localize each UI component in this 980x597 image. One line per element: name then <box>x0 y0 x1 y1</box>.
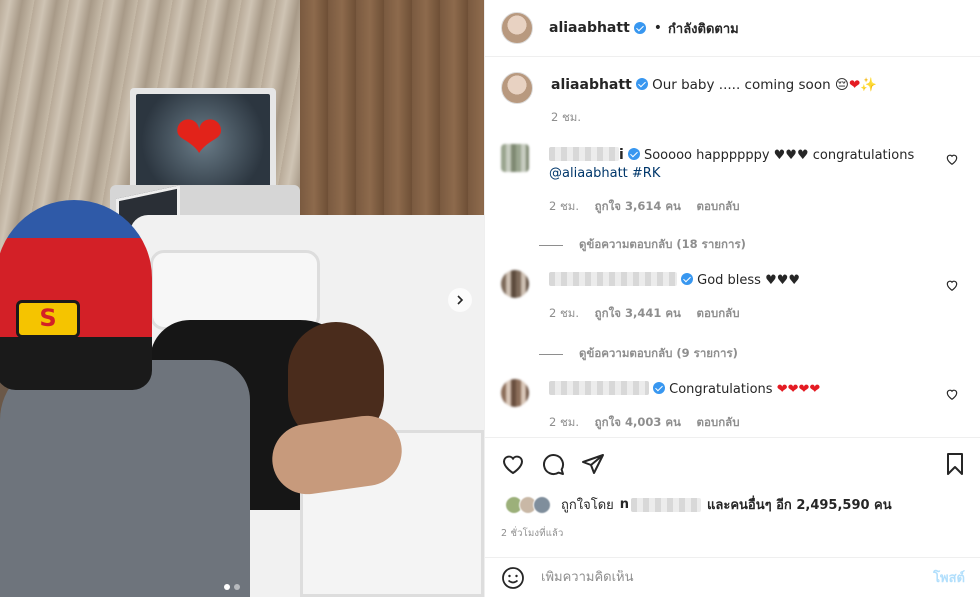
comment-age: 2 ชม. <box>549 415 580 429</box>
comment-link[interactable]: @aliaabhatt #RK <box>549 166 660 181</box>
verified-icon <box>627 148 640 160</box>
bed-rail <box>150 250 320 330</box>
liked-by-prefix: ถูกใจโดย <box>561 498 614 513</box>
verified-icon <box>635 78 648 90</box>
comment-text: God bless ♥♥♥ <box>697 273 801 288</box>
caption-text: Our baby ..... coming soon 😔 <box>652 77 849 93</box>
caption-username[interactable]: aliaabhatt <box>551 77 632 93</box>
comment-item: i Sooooo happppppy ♥♥♥ congratulations @… <box>501 144 971 215</box>
blurred-username[interactable] <box>549 381 649 395</box>
man-figure <box>0 360 250 597</box>
carousel-dots <box>224 584 240 590</box>
view-replies-label[interactable]: ดูข้อความตอบกลับ (18 รายการ) <box>579 236 746 254</box>
caption-sparkle: ✨ <box>860 77 878 93</box>
verified-icon <box>633 22 646 34</box>
replies-divider <box>539 244 563 246</box>
comments-list[interactable]: aliaabhatt Our baby ..... coming soon 😔❤… <box>485 58 980 436</box>
post-timestamp[interactable]: 2 ชั่วโมงที่แล้ว <box>501 526 564 541</box>
cap: S <box>0 200 152 390</box>
reply-button[interactable]: ตอบกลับ <box>697 306 740 320</box>
comment-age: 2 ชม. <box>549 306 580 320</box>
carousel-dot <box>234 584 240 590</box>
comment-username-suffix[interactable]: i <box>619 147 624 163</box>
liker-avatars <box>505 495 551 514</box>
avatar[interactable] <box>533 495 551 514</box>
carousel-dot <box>224 584 230 590</box>
comment-item: Congratulations ❤❤❤❤ 2 ชม. ถูกใจ 4,003 ค… <box>501 379 971 431</box>
caption-heart: ❤ <box>849 77 861 93</box>
comment-input[interactable] <box>541 570 934 585</box>
post-header: aliaabhatt • กำลังติดตาม <box>485 0 980 57</box>
view-replies-label[interactable]: ดูข้อความตอบกลับ (9 รายการ) <box>579 345 738 363</box>
liked-by-count[interactable]: และคนอื่นๆ อีก 2,495,590 คน <box>707 494 892 515</box>
separator: • <box>653 20 663 36</box>
heart-icon[interactable] <box>501 452 525 476</box>
post-photo[interactable]: ❤ S <box>0 0 484 597</box>
comment-hearts: ❤❤❤❤ <box>776 382 821 397</box>
blurred-username[interactable] <box>631 497 702 512</box>
replies-divider <box>539 353 563 355</box>
comment-text: Sooooo happppppy ♥♥♥ congratulations <box>643 148 915 163</box>
comment-meta: 2 ชม. ถูกใจ 3,614 คน ตอบกลับ <box>549 197 971 215</box>
heart-icon[interactable] <box>945 387 959 401</box>
comment-age: 2 ชม. <box>549 199 580 213</box>
bookmark-icon[interactable] <box>943 452 967 476</box>
comment-likes[interactable]: ถูกใจ 3,441 คน <box>595 306 681 320</box>
comment-icon[interactable] <box>541 452 565 476</box>
post-button[interactable]: โพสต์ <box>933 567 965 588</box>
avatar[interactable] <box>501 72 533 104</box>
ultrasound-monitor: ❤ <box>130 88 276 194</box>
add-comment-bar: โพสต์ <box>485 557 980 597</box>
view-replies-button[interactable]: ดูข้อความตอบกลับ (9 รายการ) <box>539 345 738 363</box>
avatar[interactable] <box>501 270 529 298</box>
comment-text: Congratulations <box>669 382 773 397</box>
reply-button[interactable]: ตอบกลับ <box>697 199 740 213</box>
avatar[interactable] <box>501 12 533 44</box>
view-replies-button[interactable]: ดูข้อความตอบกลับ (18 รายการ) <box>539 236 746 254</box>
avatar[interactable] <box>501 144 529 172</box>
following-button[interactable]: กำลังติดตาม <box>668 18 739 39</box>
caption-age: 2 ชม. <box>551 110 582 124</box>
chevron-right-icon <box>457 295 464 305</box>
avatar[interactable] <box>501 379 529 407</box>
heart-icon[interactable] <box>945 278 959 292</box>
cap-logo: S <box>16 300 80 338</box>
comment-likes[interactable]: ถูกใจ 4,003 คน <box>595 415 681 429</box>
comment-item: God bless ♥♥♥ 2 ชม. ถูกใจ 3,441 คน ตอบกล… <box>501 270 971 322</box>
verified-icon <box>653 382 665 394</box>
comment-meta: 2 ชม. ถูกใจ 3,441 คน ตอบกลับ <box>549 304 971 322</box>
comment-likes[interactable]: ถูกใจ 3,614 คน <box>595 199 681 213</box>
share-icon[interactable] <box>581 452 605 476</box>
post-actions: ถูกใจโดย n และคนอื่นๆ อีก 2,495,590 คน 2… <box>485 437 980 557</box>
liked-by: ถูกใจโดย n และคนอื่นๆ อีก 2,495,590 คน <box>505 494 892 515</box>
blurred-username[interactable] <box>549 147 619 161</box>
heart-sticker: ❤ <box>174 103 225 173</box>
caption: aliaabhatt Our baby ..... coming soon 😔❤… <box>501 72 877 126</box>
emoji-icon[interactable] <box>501 566 525 590</box>
liked-by-name-start[interactable]: n <box>620 497 629 512</box>
reply-button[interactable]: ตอบกลับ <box>697 415 740 429</box>
comment-meta: 2 ชม. ถูกใจ 4,003 คน ตอบกลับ <box>549 413 971 431</box>
blurred-username[interactable] <box>549 272 677 286</box>
post-panel: aliaabhatt • กำลังติดตาม aliaabhatt Our … <box>484 0 980 597</box>
verified-icon <box>681 273 693 285</box>
carousel-next-button[interactable] <box>448 288 472 312</box>
heart-icon[interactable] <box>945 152 959 166</box>
username-link[interactable]: aliaabhatt <box>549 20 630 36</box>
